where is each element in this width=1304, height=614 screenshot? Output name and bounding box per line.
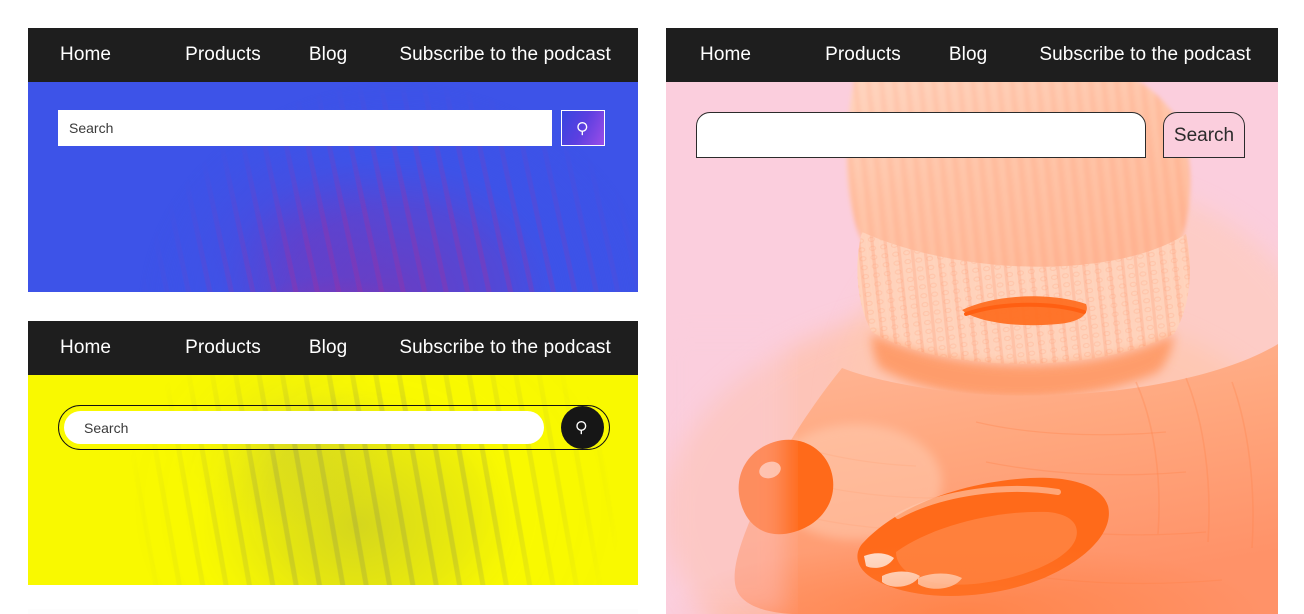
nav-item-home[interactable]: Home <box>60 337 111 359</box>
search-block-yellow: Home Products Blog Subscribe to the podc… <box>28 321 638 585</box>
search-button-yellow[interactable] <box>561 406 604 449</box>
nav-item-products[interactable]: Products <box>825 44 901 66</box>
search-block-blue: Home Products Blog Subscribe to the podc… <box>28 28 638 292</box>
hero-content-blue <box>28 82 638 292</box>
search-button-pink[interactable]: Search <box>1163 112 1245 158</box>
nav-item-blog[interactable]: Blog <box>949 44 987 66</box>
next-block-sliver <box>28 609 638 614</box>
hero-content-pink: Search <box>666 82 1278 614</box>
search-bar-blue <box>58 110 605 146</box>
nav-item-subscribe[interactable]: Subscribe to the podcast <box>399 337 611 359</box>
search-button-blue[interactable] <box>561 110 605 146</box>
nav-item-products[interactable]: Products <box>185 44 261 66</box>
search-block-pink: Home Products Blog Subscribe to the podc… <box>666 28 1278 614</box>
nav-item-subscribe[interactable]: Subscribe to the podcast <box>1039 44 1251 66</box>
nav-item-blog[interactable]: Blog <box>309 337 347 359</box>
search-input-yellow[interactable] <box>64 411 544 444</box>
search-input-blue[interactable] <box>58 110 552 146</box>
search-icon <box>574 419 591 436</box>
hero-blue <box>28 82 638 292</box>
screenshot-root: Home Products Blog Subscribe to the podc… <box>0 0 1304 614</box>
navbar-blue: Home Products Blog Subscribe to the podc… <box>28 28 638 82</box>
nav-item-blog[interactable]: Blog <box>309 44 347 66</box>
hero-pink: Search <box>666 82 1278 614</box>
hero-yellow <box>28 375 638 585</box>
search-icon <box>575 120 592 137</box>
hero-content-yellow <box>28 375 638 585</box>
nav-item-home[interactable]: Home <box>60 44 111 66</box>
search-bar-yellow <box>58 405 610 450</box>
navbar-yellow: Home Products Blog Subscribe to the podc… <box>28 321 638 375</box>
nav-item-subscribe[interactable]: Subscribe to the podcast <box>399 44 611 66</box>
navbar-pink: Home Products Blog Subscribe to the podc… <box>666 28 1278 82</box>
search-input-pink[interactable] <box>696 112 1146 158</box>
search-bar-pink: Search <box>696 112 1245 158</box>
nav-item-home[interactable]: Home <box>700 44 751 66</box>
nav-item-products[interactable]: Products <box>185 337 261 359</box>
